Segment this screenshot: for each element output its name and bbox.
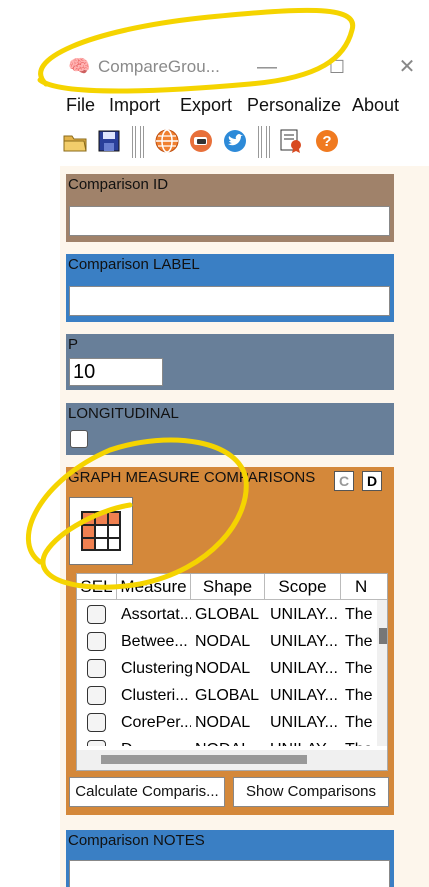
web-icon[interactable] xyxy=(154,128,180,154)
table-row[interactable]: Betwee... NODAL UNILAY... The xyxy=(77,628,377,655)
calculate-comparison-button[interactable]: Calculate Comparis... xyxy=(69,777,225,807)
menu-file[interactable]: File xyxy=(66,95,95,116)
scope-cell: UNILAY... xyxy=(270,660,338,677)
menu-personalize[interactable]: Personalize xyxy=(247,95,341,116)
scope-cell: UNILAY... xyxy=(270,714,338,731)
longitudinal-panel: LONGITUDINAL xyxy=(66,403,394,455)
shape-cell: NODAL xyxy=(195,736,265,746)
graph-measure-panel: GRAPH MEASURE COMPARISONS C D SEL Measur… xyxy=(66,467,394,815)
grid-table-icon[interactable] xyxy=(69,497,133,565)
app-window: 🧠 CompareGrou... — ☐ ✕ File Import Expor… xyxy=(60,44,429,887)
save-icon[interactable] xyxy=(96,128,122,154)
scope-cell: UNILAY... xyxy=(270,736,340,746)
measure-cell: D... xyxy=(121,736,191,746)
toolbar-separator xyxy=(266,126,270,158)
table-row[interactable]: D... NODAL UNILAY... The xyxy=(77,736,377,746)
longitudinal-checkbox[interactable] xyxy=(70,430,88,448)
close-button[interactable]: ✕ xyxy=(392,52,422,82)
comparison-notes-panel: Comparison NOTES xyxy=(66,830,394,887)
help-icon[interactable]: ? xyxy=(314,128,340,154)
main-panel: Comparison ID Comparison LABEL P 10 LONG… xyxy=(60,166,404,887)
brain-icon: 🧠 xyxy=(68,56,91,76)
measure-cell: Clusteri... xyxy=(121,687,189,704)
notes-cell: The xyxy=(345,736,375,746)
comparison-notes-field[interactable] xyxy=(69,860,390,887)
report-icon[interactable] xyxy=(278,128,304,154)
row-select-checkbox[interactable] xyxy=(87,605,106,624)
measure-cell: CorePer... xyxy=(121,714,191,731)
title-bar: 🧠 CompareGrou... — ☐ ✕ xyxy=(60,44,429,90)
comparison-id-label: Comparison ID xyxy=(68,176,169,193)
row-select-checkbox[interactable] xyxy=(87,659,106,678)
comparison-id-panel: Comparison ID xyxy=(66,174,394,242)
minimize-button[interactable]: — xyxy=(252,52,282,82)
side-margin xyxy=(404,166,429,887)
twitter-icon[interactable] xyxy=(222,128,248,154)
p-field[interactable]: 10 xyxy=(69,358,163,386)
p-panel: P 10 xyxy=(66,334,394,390)
scope-cell: UNILAY... xyxy=(270,633,338,650)
toolbar-separator xyxy=(140,126,144,158)
graph-measure-label: GRAPH MEASURE COMPARISONS xyxy=(68,469,316,486)
row-select-checkbox[interactable] xyxy=(87,632,106,651)
header-n[interactable]: N xyxy=(341,574,387,600)
shape-cell: NODAL xyxy=(195,714,251,731)
row-select-checkbox[interactable] xyxy=(87,713,106,732)
window-title: CompareGrou... xyxy=(98,57,220,76)
shape-cell: NODAL xyxy=(195,660,251,677)
table-row[interactable]: Clusteri... GLOBAL UNILAY... The xyxy=(77,682,377,709)
header-sel[interactable]: SEL xyxy=(77,574,117,600)
c-button[interactable]: C xyxy=(334,471,354,491)
forum-icon[interactable] xyxy=(188,128,214,154)
table-row[interactable]: Assortat... GLOBAL UNILAY... The xyxy=(77,601,377,628)
comparison-label-label: Comparison LABEL xyxy=(68,256,200,273)
menu-export[interactable]: Export xyxy=(180,95,232,116)
comparison-id-field[interactable] xyxy=(69,206,390,236)
measure-cell: Clustering xyxy=(121,660,193,677)
toolbar-separator xyxy=(258,126,262,158)
notes-cell: The xyxy=(345,633,373,650)
scope-cell: UNILAY... xyxy=(270,687,338,704)
comparison-label-field[interactable] xyxy=(69,286,390,316)
measure-cell: Betwee... xyxy=(121,633,188,650)
shape-cell: GLOBAL xyxy=(195,606,260,623)
row-select-checkbox[interactable] xyxy=(87,686,106,705)
notes-cell: The xyxy=(345,687,373,704)
menu-about[interactable]: About xyxy=(352,95,399,116)
notes-cell: The xyxy=(345,660,373,677)
row-select-checkbox[interactable] xyxy=(87,740,106,746)
d-button[interactable]: D xyxy=(362,471,382,491)
header-shape[interactable]: Shape xyxy=(191,574,265,600)
horizontal-scrollbar[interactable] xyxy=(77,750,387,770)
vertical-scrollbar[interactable] xyxy=(377,600,387,746)
menu-import[interactable]: Import xyxy=(109,95,160,116)
table-row[interactable]: Clustering NODAL UNILAY... The xyxy=(77,655,377,682)
notes-cell: The xyxy=(345,714,373,731)
open-folder-icon[interactable] xyxy=(62,128,88,154)
maximize-button[interactable]: ☐ xyxy=(322,52,352,82)
menu-bar: File Import Export Personalize About xyxy=(60,92,429,120)
toolbar: ? xyxy=(60,122,429,162)
table-row[interactable]: CorePer... NODAL UNILAY... The xyxy=(77,709,377,736)
show-comparisons-button[interactable]: Show Comparisons xyxy=(233,777,389,807)
header-measure[interactable]: Measure xyxy=(117,574,191,600)
measures-table: SEL Measure Shape Scope N Assortat... GL… xyxy=(76,573,388,771)
header-scope[interactable]: Scope xyxy=(265,574,341,600)
measure-cell: Assortat... xyxy=(121,606,191,623)
comparison-notes-label: Comparison NOTES xyxy=(68,832,205,849)
shape-cell: NODAL xyxy=(195,633,251,650)
p-label: P xyxy=(68,336,79,353)
toolbar-separator xyxy=(132,126,136,158)
vertical-scroll-thumb[interactable] xyxy=(379,628,387,644)
shape-cell: GLOBAL xyxy=(195,687,260,704)
horizontal-scroll-thumb[interactable] xyxy=(101,755,307,764)
comparison-label-panel: Comparison LABEL xyxy=(66,254,394,322)
longitudinal-label: LONGITUDINAL xyxy=(68,405,179,422)
notes-cell: The xyxy=(345,606,373,623)
scope-cell: UNILAY... xyxy=(270,606,338,623)
svg-text:?: ? xyxy=(322,133,331,150)
